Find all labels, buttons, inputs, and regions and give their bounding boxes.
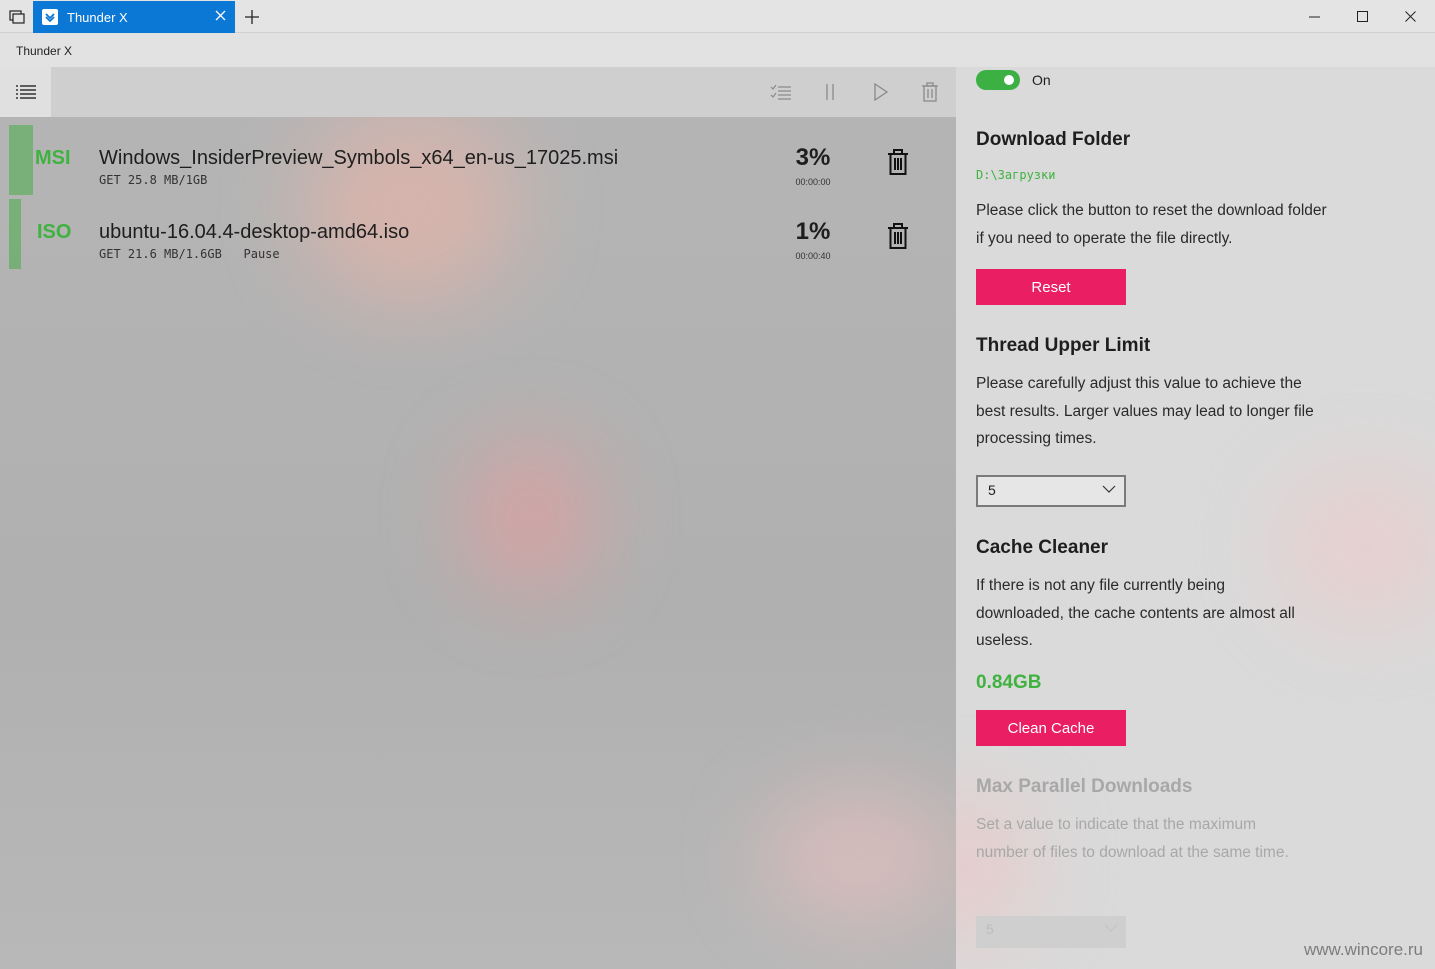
tab-title: Thunder X xyxy=(67,9,128,25)
cache-cleaner-description: If there is not any file currently being… xyxy=(976,577,1295,649)
thread-limit-description: Please carefully adjust this value to ac… xyxy=(976,375,1314,447)
download-folder-heading: Download Folder xyxy=(976,129,1131,150)
enable-toggle[interactable] xyxy=(976,70,1020,90)
list-item[interactable]: MSI Windows_InsiderPreview_Symbols_x64_e… xyxy=(9,125,949,195)
app-title-strip: Thunder X xyxy=(0,33,1435,67)
clean-cache-button[interactable]: Clean Cache xyxy=(976,710,1126,746)
trash-icon[interactable] xyxy=(887,149,915,179)
download-eta: 00:00:00 xyxy=(795,177,831,187)
trash-icon[interactable] xyxy=(887,223,915,253)
play-icon[interactable] xyxy=(867,78,895,106)
select-all-icon[interactable] xyxy=(767,78,795,106)
file-name: Windows_InsiderPreview_Symbols_x64_en-us… xyxy=(99,147,619,169)
list-toolbar xyxy=(0,67,956,117)
max-parallel-select[interactable]: 5 xyxy=(976,916,1126,948)
download-folder-description: Please click the button to reset the dow… xyxy=(976,202,1327,247)
watermark: www.wincore.ru xyxy=(1303,940,1423,959)
download-eta: 00:00:40 xyxy=(795,251,831,261)
background-blur xyxy=(760,787,956,927)
delete-all-icon[interactable] xyxy=(916,78,944,106)
file-type-label: ISO xyxy=(37,221,72,243)
thread-limit-heading: Thread Upper Limit xyxy=(976,335,1151,356)
close-window-button[interactable] xyxy=(1386,0,1434,33)
max-parallel-value: 5 xyxy=(986,921,994,937)
download-percent: 3% xyxy=(795,144,831,171)
tab-close-icon[interactable] xyxy=(205,8,235,26)
progress-indicator xyxy=(9,125,33,195)
pause-icon[interactable] xyxy=(816,78,844,106)
new-tab-button[interactable] xyxy=(238,0,266,33)
chevron-down-icon xyxy=(1104,921,1118,938)
toggle-label: On xyxy=(1032,72,1051,88)
tab-thunder-x[interactable]: Thunder X xyxy=(33,1,235,33)
max-parallel-description: Set a value to indicate that the maximum… xyxy=(976,816,1289,861)
file-type-label: MSI xyxy=(35,147,71,169)
download-meta: GET 25.8 MB/1GB xyxy=(99,173,208,187)
thread-limit-value: 5 xyxy=(988,482,996,498)
max-parallel-heading: Max Parallel Downloads xyxy=(976,776,1193,797)
minimize-button[interactable] xyxy=(1290,0,1338,33)
download-percent: 1% xyxy=(795,218,831,245)
app-title: Thunder X xyxy=(16,44,73,58)
download-folder-path: D:\Загрузки xyxy=(976,168,1056,182)
chevron-down-icon xyxy=(1102,482,1116,499)
thunder-logo-icon xyxy=(42,9,58,25)
download-meta: GET 21.6 MB/1.6GB Pause xyxy=(99,247,280,261)
title-bar: Thunder X xyxy=(0,0,1435,33)
list-item[interactable]: ISO ubuntu-16.04.4-desktop-amd64.iso GET… xyxy=(9,199,949,269)
hamburger-menu-button[interactable] xyxy=(0,67,51,117)
maximize-button[interactable] xyxy=(1338,0,1386,33)
tab-switcher-icon[interactable] xyxy=(0,0,33,33)
cache-size-value: 0.84GB xyxy=(976,672,1042,693)
download-list-pane: MSI Windows_InsiderPreview_Symbols_x64_e… xyxy=(0,67,956,969)
cache-cleaner-heading: Cache Cleaner xyxy=(976,537,1109,558)
progress-indicator xyxy=(9,199,21,269)
reset-button[interactable]: Reset xyxy=(976,269,1126,305)
settings-pane: On Download Folder D:\Загрузки Please cl… xyxy=(956,67,1435,969)
background-blur xyxy=(460,437,600,597)
file-name: ubuntu-16.04.4-desktop-amd64.iso xyxy=(99,221,410,243)
thread-limit-select[interactable]: 5 xyxy=(976,475,1126,507)
